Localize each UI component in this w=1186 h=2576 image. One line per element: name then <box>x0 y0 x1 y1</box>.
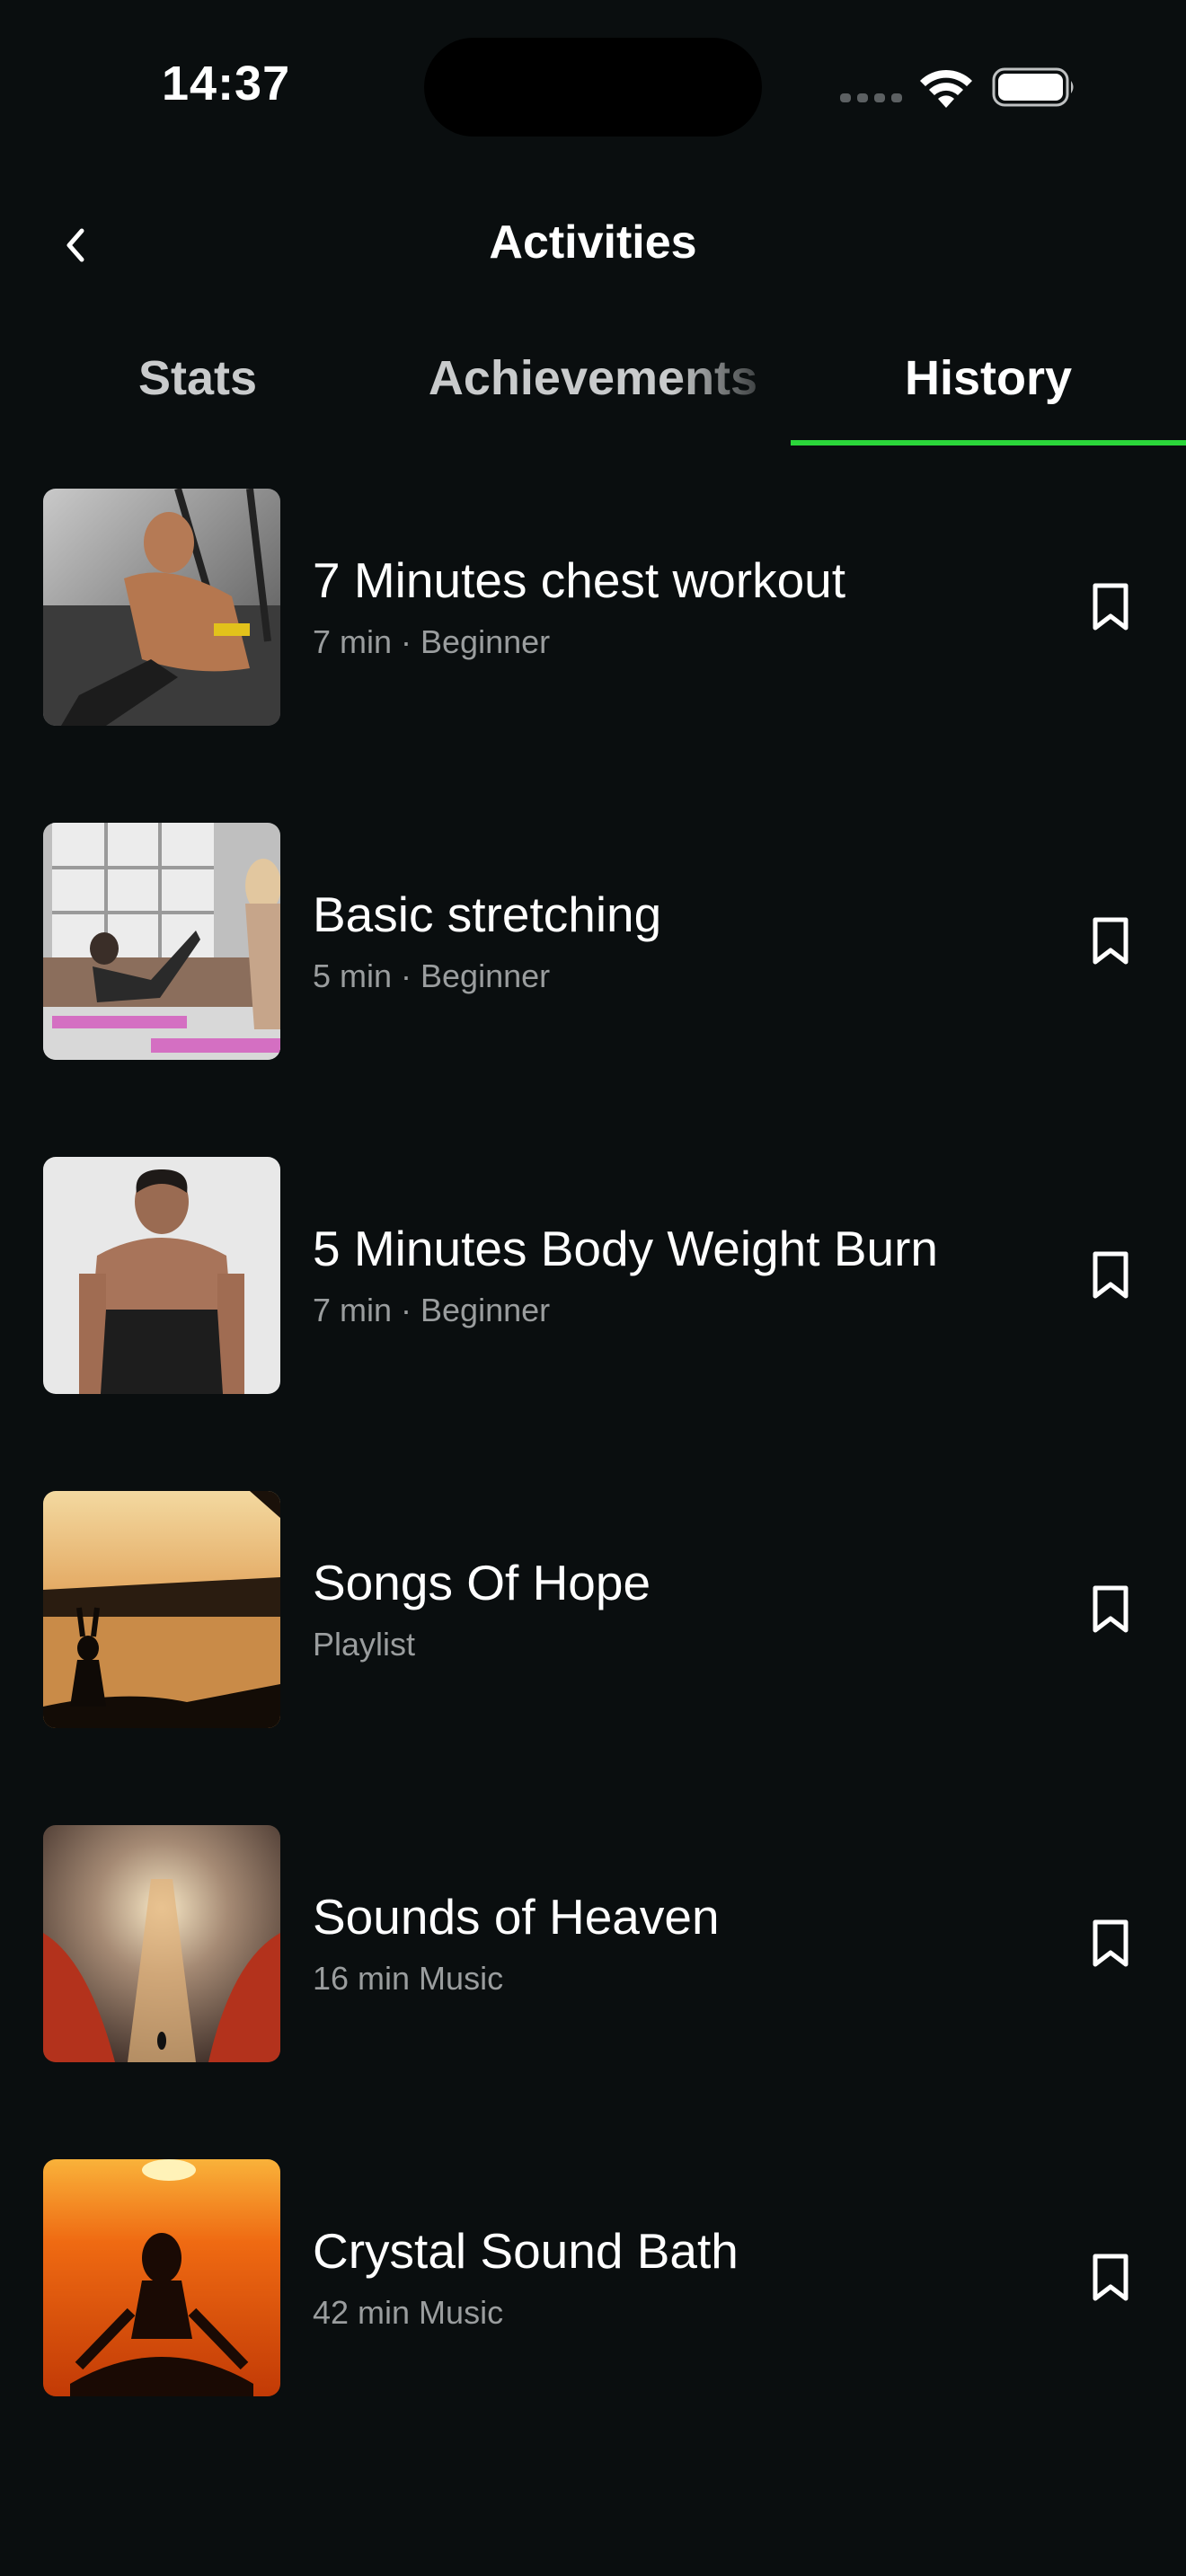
item-title: 5 Minutes Body Weight Burn <box>313 1221 939 1276</box>
battery-icon <box>992 67 1074 107</box>
bookmark-button[interactable] <box>1082 578 1139 636</box>
bookmark-button[interactable] <box>1082 2249 1139 2307</box>
item-subtitle: Playlist <box>313 1626 416 1663</box>
list-item[interactable]: Crystal Sound Bath 42 min Music <box>0 2159 1186 2493</box>
tab-achievements[interactable]: Achievements <box>395 350 791 406</box>
status-time: 14:37 <box>162 57 291 110</box>
list-item[interactable]: Basic stretching 5 min · Beginner <box>0 823 1186 1157</box>
item-subtitle: 7 min · Beginner <box>313 1292 551 1328</box>
item-title: Crystal Sound Bath <box>313 2223 739 2279</box>
cellular-signal-icon <box>840 93 902 102</box>
item-subtitle: 42 min Music <box>313 2294 504 2331</box>
activities-screen: 14:37 Activities Stats Achievements Hist… <box>0 0 1186 2576</box>
bookmark-icon <box>1093 2254 1128 2301</box>
item-title: Sounds of Heaven <box>313 1889 720 1945</box>
active-tab-indicator <box>791 440 1186 446</box>
header: Activities <box>0 198 1186 287</box>
list-item[interactable]: 5 Minutes Body Weight Burn 7 min · Begin… <box>0 1157 1186 1491</box>
workout-thumbnail <box>43 1157 280 1394</box>
bookmark-button[interactable] <box>1082 1581 1139 1638</box>
list-item[interactable]: 7 Minutes chest workout 7 min · Beginner <box>0 489 1186 823</box>
item-subtitle: 7 min · Beginner <box>313 623 551 660</box>
dynamic-island <box>424 38 762 137</box>
item-title: Songs Of Hope <box>313 1555 651 1610</box>
item-title: 7 Minutes chest workout <box>313 552 846 608</box>
tab-history[interactable]: History <box>791 350 1186 406</box>
item-subtitle: 16 min Music <box>313 1960 504 1997</box>
item-subtitle: 5 min · Beginner <box>313 957 551 994</box>
list-item[interactable]: Sounds of Heaven 16 min Music <box>0 1825 1186 2159</box>
tab-stats[interactable]: Stats <box>0 350 395 406</box>
bookmark-button[interactable] <box>1082 1915 1139 1972</box>
status-bar: 14:37 <box>0 0 1186 171</box>
music-thumbnail <box>43 2159 280 2396</box>
bookmark-button[interactable] <box>1082 1247 1139 1304</box>
tab-achievements-label: Achievements <box>428 351 758 405</box>
bookmark-button[interactable] <box>1082 913 1139 970</box>
list-item[interactable]: Songs Of Hope Playlist <box>0 1491 1186 1825</box>
bookmark-icon <box>1093 1585 1128 1633</box>
page-title: Activities <box>489 216 697 269</box>
item-title: Basic stretching <box>313 887 662 942</box>
workout-thumbnail <box>43 489 280 726</box>
bookmark-icon <box>1093 583 1128 631</box>
wifi-icon <box>920 69 972 108</box>
workout-thumbnail <box>43 823 280 1060</box>
tab-bar: Stats Achievements History <box>0 332 1186 449</box>
bookmark-icon <box>1093 917 1128 965</box>
playlist-thumbnail <box>43 1491 280 1728</box>
bookmark-icon <box>1093 1919 1128 1967</box>
music-thumbnail <box>43 1825 280 2062</box>
history-list: 7 Minutes chest workout 7 min · Beginner <box>0 489 1186 2493</box>
bookmark-icon <box>1093 1251 1128 1299</box>
